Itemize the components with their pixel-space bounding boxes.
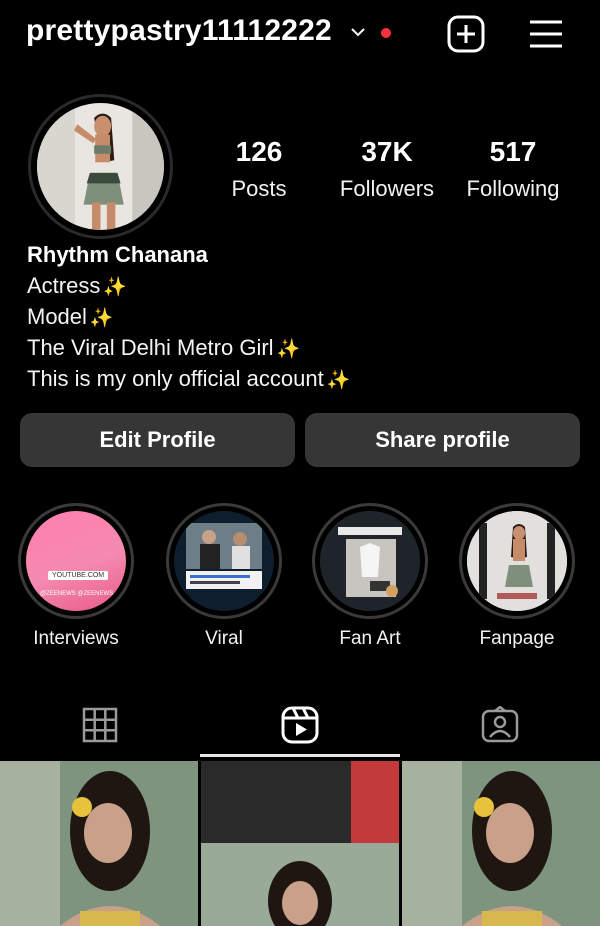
followers-label: Followers xyxy=(339,176,435,201)
bio-line: The Viral Delhi Metro Girl ✨ xyxy=(27,332,587,363)
avatar-image xyxy=(37,103,164,230)
bio-line-text: This is my only official account xyxy=(27,366,324,391)
active-tab-indicator xyxy=(200,754,400,757)
highlight-viral[interactable]: Viral xyxy=(166,503,282,650)
highlight-cover: YOUTUBE.COM @ZEENEWS @ZEENEWS xyxy=(26,511,126,611)
sparkle-icon: ✨ xyxy=(103,277,128,298)
bio-line-text: Actress xyxy=(27,273,101,298)
username[interactable]: prettypastry11112222 xyxy=(26,14,332,48)
highlight-ring xyxy=(459,503,575,619)
chevron-down-icon[interactable] xyxy=(350,26,366,38)
followers-count: 37K xyxy=(361,136,413,167)
share-profile-button[interactable]: Share profile xyxy=(305,413,580,467)
stat-following[interactable]: 517 Following xyxy=(443,136,583,202)
highlight-label: Interviews xyxy=(33,628,119,649)
highlight-label: Fan Art xyxy=(339,628,401,649)
posts-count: 126 xyxy=(235,136,283,167)
profile-avatar[interactable] xyxy=(28,94,173,239)
reel-thumbnail[interactable] xyxy=(201,761,399,926)
highlight-ring: YOUTUBE.COM @ZEENEWS @ZEENEWS xyxy=(18,503,134,619)
highlight-cover xyxy=(320,511,420,611)
highlight-ring xyxy=(312,503,428,619)
reels-icon xyxy=(281,706,319,744)
highlight-fan-art[interactable]: Fan Art xyxy=(312,503,428,650)
bio-section: Rhythm Chanana Actress ✨ Model ✨ The Viral… xyxy=(27,240,587,394)
highlight-ring xyxy=(166,503,282,619)
highlight-interviews[interactable]: YOUTUBE.COM @ZEENEWS @ZEENEWS Interviews xyxy=(18,503,134,650)
bio-line: Actress ✨ xyxy=(27,270,587,301)
notification-dot xyxy=(381,28,391,38)
profile-header: prettypastry11112222 xyxy=(0,0,600,70)
stat-followers[interactable]: 37K Followers xyxy=(317,136,457,202)
highlight-badge: YOUTUBE.COM xyxy=(48,571,109,580)
tab-grid[interactable] xyxy=(0,694,200,756)
edit-profile-button[interactable]: Edit Profile xyxy=(20,413,295,467)
following-count: 517 xyxy=(489,136,537,167)
highlight-credit: @ZEENEWS @ZEENEWS xyxy=(40,591,114,597)
highlight-label: Viral xyxy=(205,628,243,649)
tab-reels[interactable] xyxy=(200,694,400,756)
stat-posts[interactable]: 126 Posts xyxy=(189,136,329,202)
tagged-icon xyxy=(481,706,519,743)
bio-line-text: Model xyxy=(27,304,87,329)
highlight-cover xyxy=(174,511,274,611)
bio-line: This is my only official account ✨ xyxy=(27,363,587,394)
bio-line: Model ✨ xyxy=(27,301,587,332)
sparkle-icon: ✨ xyxy=(326,370,351,391)
sparkle-icon: ✨ xyxy=(89,308,114,329)
grid-icon xyxy=(82,707,118,743)
reel-thumbnail[interactable] xyxy=(402,761,600,926)
highlight-fanpage[interactable]: Fanpage xyxy=(459,503,575,650)
bio-line-text: The Viral Delhi Metro Girl xyxy=(27,335,274,360)
posts-label: Posts xyxy=(231,176,287,201)
highlight-label: Fanpage xyxy=(479,628,555,649)
reel-thumbnail[interactable] xyxy=(0,761,198,926)
plus-square-icon[interactable] xyxy=(447,15,485,53)
highlight-cover xyxy=(467,511,567,611)
display-name: Rhythm Chanana xyxy=(27,242,208,267)
tab-tagged[interactable] xyxy=(400,694,600,756)
sparkle-icon: ✨ xyxy=(276,339,301,360)
following-label: Following xyxy=(466,176,560,201)
menu-icon[interactable] xyxy=(528,18,564,50)
